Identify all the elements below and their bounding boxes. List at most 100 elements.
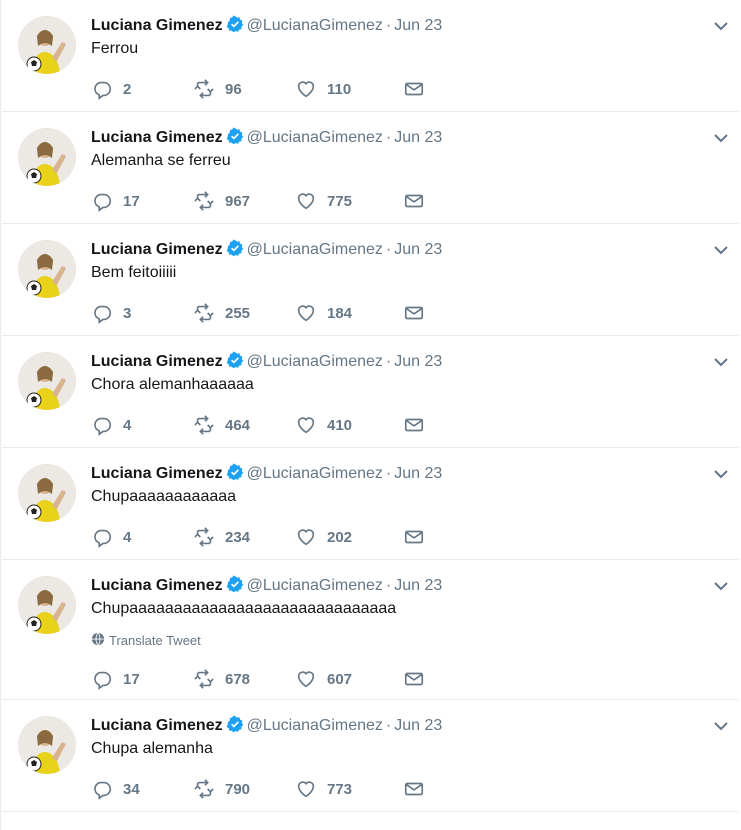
- author-handle[interactable]: @LucianaGimenez: [247, 17, 383, 34]
- tweet[interactable]: Luciana Gimenez @LucianaGimenez · Jun 23 Ch…: [2, 700, 739, 812]
- verified-badge-icon: [226, 463, 244, 487]
- reply-button[interactable]: 2: [91, 78, 193, 100]
- chevron-down-icon[interactable]: [713, 578, 729, 594]
- chevron-down-icon[interactable]: [713, 354, 729, 370]
- direct-message-button[interactable]: [403, 778, 425, 800]
- retweet-icon: [193, 414, 215, 436]
- retweet-button[interactable]: 234: [193, 526, 295, 548]
- tweet[interactable]: Luciana Gimenez @LucianaGimenez · Jun 23 Fe…: [2, 0, 739, 112]
- like-button[interactable]: 184: [295, 302, 403, 324]
- author-handle[interactable]: @LucianaGimenez: [247, 577, 383, 594]
- author-name[interactable]: Luciana Gimenez: [91, 717, 223, 734]
- author-name[interactable]: Luciana Gimenez: [91, 241, 223, 258]
- direct-message-button[interactable]: [403, 190, 425, 212]
- retweet-icon: [193, 302, 215, 324]
- retweet-icon: [193, 778, 215, 800]
- author-handle[interactable]: @LucianaGimenez: [247, 717, 383, 734]
- reply-button[interactable]: 17: [91, 190, 193, 212]
- translate-label[interactable]: Translate Tweet: [109, 633, 201, 648]
- reply-button[interactable]: 34: [91, 778, 193, 800]
- direct-message-button[interactable]: [403, 78, 425, 100]
- like-button[interactable]: 607: [295, 668, 403, 690]
- envelope-icon: [403, 302, 425, 324]
- reply-button[interactable]: 3: [91, 302, 193, 324]
- tweet[interactable]: Luciana Gimenez @LucianaGimenez · Jun 23 Al…: [2, 112, 739, 224]
- tweet[interactable]: Luciana Gimenez @LucianaGimenez · Jun 23 Be…: [2, 224, 739, 336]
- reply-button[interactable]: 17: [91, 668, 193, 690]
- retweet-count: 678: [225, 670, 251, 688]
- tweet-date[interactable]: Jun 23: [394, 17, 442, 34]
- like-button[interactable]: 773: [295, 778, 403, 800]
- author-name[interactable]: Luciana Gimenez: [91, 129, 223, 146]
- avatar[interactable]: [18, 464, 76, 522]
- like-button[interactable]: 775: [295, 190, 403, 212]
- like-button[interactable]: 410: [295, 414, 403, 436]
- separator-dot: ·: [385, 129, 392, 146]
- direct-message-button[interactable]: [403, 302, 425, 324]
- like-count: 184: [327, 304, 353, 322]
- envelope-icon: [403, 414, 425, 436]
- author-handle[interactable]: @LucianaGimenez: [247, 465, 383, 482]
- tweet-date[interactable]: Jun 23: [394, 353, 442, 370]
- chevron-down-icon[interactable]: [713, 18, 729, 34]
- like-button[interactable]: 202: [295, 526, 403, 548]
- retweet-button[interactable]: 255: [193, 302, 295, 324]
- reply-button[interactable]: 4: [91, 414, 193, 436]
- reply-icon: [91, 526, 113, 548]
- like-count: 110: [327, 80, 352, 98]
- reply-icon: [91, 668, 113, 690]
- avatar[interactable]: [18, 716, 76, 774]
- heart-icon: [295, 78, 317, 100]
- tweet[interactable]: Luciana Gimenez @LucianaGimenez · Jun 23 Ch…: [2, 336, 739, 448]
- author-handle[interactable]: @LucianaGimenez: [247, 129, 383, 146]
- author-name[interactable]: Luciana Gimenez: [91, 17, 223, 34]
- like-button[interactable]: 110: [295, 78, 403, 100]
- tweet-date[interactable]: Jun 23: [394, 717, 442, 734]
- tweet-header: Luciana Gimenez @LucianaGimenez · Jun 23: [91, 463, 442, 487]
- avatar[interactable]: [18, 240, 76, 298]
- translate-tweet-link[interactable]: Translate Tweet: [91, 632, 201, 649]
- chevron-down-icon[interactable]: [713, 130, 729, 146]
- like-count: 607: [327, 670, 353, 688]
- tweet-date[interactable]: Jun 23: [394, 129, 442, 146]
- avatar[interactable]: [18, 16, 76, 74]
- retweet-count: 790: [225, 780, 251, 798]
- heart-icon: [295, 526, 317, 548]
- envelope-icon: [403, 526, 425, 548]
- author-handle[interactable]: @LucianaGimenez: [247, 353, 383, 370]
- tweet-date[interactable]: Jun 23: [394, 465, 442, 482]
- retweet-button[interactable]: 967: [193, 190, 295, 212]
- retweet-button[interactable]: 678: [193, 668, 295, 690]
- retweet-button[interactable]: 464: [193, 414, 295, 436]
- author-handle[interactable]: @LucianaGimenez: [247, 241, 383, 258]
- chevron-down-icon[interactable]: [713, 466, 729, 482]
- retweet-button[interactable]: 96: [193, 78, 295, 100]
- avatar[interactable]: [18, 128, 76, 186]
- tweet-text: Alemanha se ferreu: [91, 152, 231, 169]
- tweet-date[interactable]: Jun 23: [394, 577, 442, 594]
- tweet[interactable]: Luciana Gimenez @LucianaGimenez · Jun 23 Ch…: [2, 448, 739, 560]
- tweet-date[interactable]: Jun 23: [394, 241, 442, 258]
- avatar[interactable]: [18, 352, 76, 410]
- reply-button[interactable]: 4: [91, 526, 193, 548]
- author-name[interactable]: Luciana Gimenez: [91, 465, 223, 482]
- retweet-button[interactable]: 790: [193, 778, 295, 800]
- heart-icon: [295, 778, 317, 800]
- tweet-text: Chora alemanhaaaaaa: [91, 376, 254, 393]
- avatar[interactable]: [18, 576, 76, 634]
- separator-dot: ·: [385, 717, 392, 734]
- separator-dot: ·: [385, 241, 392, 258]
- author-name[interactable]: Luciana Gimenez: [91, 577, 223, 594]
- like-count: 202: [327, 528, 353, 546]
- reply-icon: [91, 190, 113, 212]
- author-name[interactable]: Luciana Gimenez: [91, 353, 223, 370]
- retweet-icon: [193, 78, 215, 100]
- retweet-icon: [193, 668, 215, 690]
- chevron-down-icon[interactable]: [713, 718, 729, 734]
- direct-message-button[interactable]: [403, 668, 425, 690]
- direct-message-button[interactable]: [403, 526, 425, 548]
- tweet[interactable]: Luciana Gimenez @LucianaGimenez · Jun 23 Ch…: [2, 560, 739, 700]
- tweet-actions: 34 790 773: [91, 778, 425, 800]
- chevron-down-icon[interactable]: [713, 242, 729, 258]
- direct-message-button[interactable]: [403, 414, 425, 436]
